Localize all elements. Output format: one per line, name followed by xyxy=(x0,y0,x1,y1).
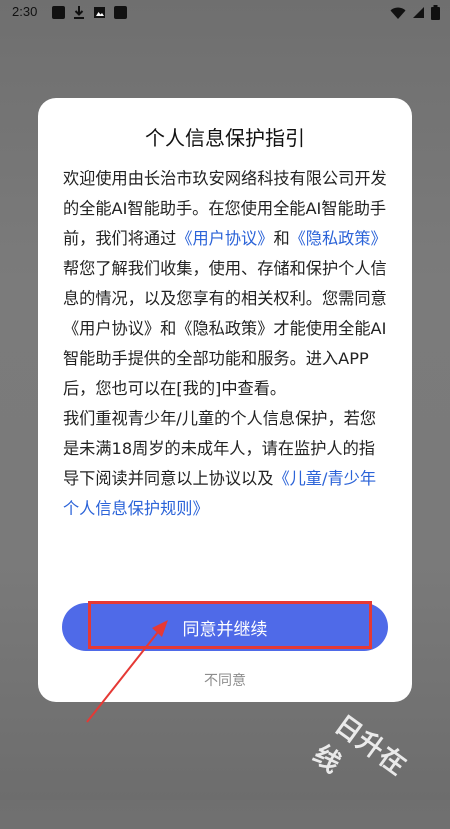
image-icon xyxy=(94,6,105,18)
status-icons-right xyxy=(390,5,440,20)
minor-paragraph: 我们重视青少年/儿童的个人信息保护，若您是未满18周岁的未成年人，请在监护人的指… xyxy=(63,404,389,524)
status-bar: 2:30 xyxy=(0,0,450,26)
intro-paragraph: 欢迎使用由长治市玖安网络科技有限公司开发的全能AI智能助手。在您使用全能AI智能… xyxy=(63,164,389,404)
intro-text-c: 帮您了解我们收集，使用、存储和保护个人信息的情况，以及您享有的相关权利。您需同意… xyxy=(63,259,387,398)
notification-icon xyxy=(52,5,65,19)
status-time: 2:30 xyxy=(12,4,38,19)
dialog-body: 欢迎使用由长治市玖安网络科技有限公司开发的全能AI智能助手。在您使用全能AI智能… xyxy=(63,164,389,524)
signal-icon xyxy=(413,7,424,18)
download-icon xyxy=(74,6,84,19)
annotation-highlight-box xyxy=(88,601,372,649)
app-notification-icon xyxy=(114,5,127,19)
wifi-icon xyxy=(390,7,406,19)
intro-text-b: 和 xyxy=(273,229,290,248)
disagree-button[interactable]: 不同意 xyxy=(38,670,412,690)
battery-icon xyxy=(431,5,440,20)
user-agreement-link[interactable]: 《用户协议》 xyxy=(176,229,273,248)
dialog-title: 个人信息保护指引 xyxy=(145,126,305,150)
status-icons-left xyxy=(52,5,127,19)
watermark-logo: 日升在线 xyxy=(307,709,413,782)
privacy-policy-link[interactable]: 《隐私政策》 xyxy=(290,229,387,248)
